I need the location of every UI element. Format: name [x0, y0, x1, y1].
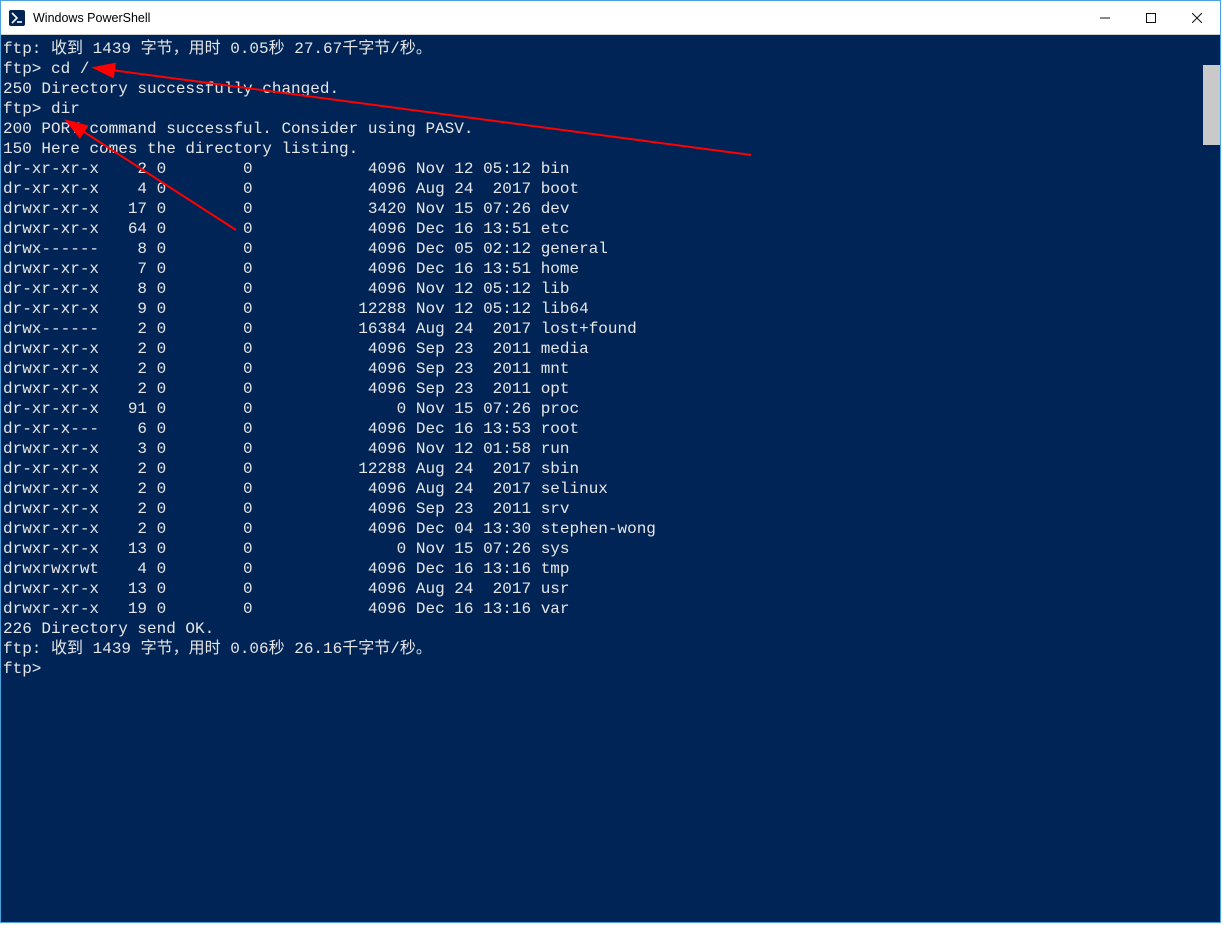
console-line: drwxr-xr-x 2 0 0 4096 Sep 23 2011 mnt — [3, 359, 1201, 379]
close-button[interactable] — [1174, 1, 1220, 34]
console-line: dr-xr-xr-x 9 0 0 12288 Nov 12 05:12 lib6… — [3, 299, 1201, 319]
minimize-button[interactable] — [1082, 1, 1128, 34]
vertical-scrollbar[interactable] — [1203, 35, 1220, 922]
console-line: drwxrwxrwt 4 0 0 4096 Dec 16 13:16 tmp — [3, 559, 1201, 579]
console-line: drwxr-xr-x 2 0 0 4096 Aug 24 2017 selinu… — [3, 479, 1201, 499]
console-line: dr-xr-xr-x 2 0 0 12288 Aug 24 2017 sbin — [3, 459, 1201, 479]
console-output: ftp: 收到 1439 字节，用时 0.05秒 27.67千字节/秒。ftp>… — [1, 35, 1203, 922]
console-line: drwxr-xr-x 64 0 0 4096 Dec 16 13:51 etc — [3, 219, 1201, 239]
scrollbar-thumb[interactable] — [1203, 65, 1220, 145]
console-line: drwxr-xr-x 2 0 0 4096 Sep 23 2011 srv — [3, 499, 1201, 519]
window-controls — [1082, 1, 1220, 34]
console-line: drwxr-xr-x 2 0 0 4096 Dec 04 13:30 steph… — [3, 519, 1201, 539]
powershell-icon — [9, 10, 25, 26]
console-line: drwxr-xr-x 13 0 0 4096 Aug 24 2017 usr — [3, 579, 1201, 599]
console-line: ftp> — [3, 659, 1201, 679]
console-line: drwx------ 2 0 0 16384 Aug 24 2017 lost+… — [3, 319, 1201, 339]
console-line: 250 Directory successfully changed. — [3, 79, 1201, 99]
console-line: drwxr-xr-x 19 0 0 4096 Dec 16 13:16 var — [3, 599, 1201, 619]
console-line: dr-xr-xr-x 8 0 0 4096 Nov 12 05:12 lib — [3, 279, 1201, 299]
console-line: 150 Here comes the directory listing. — [3, 139, 1201, 159]
minimize-icon — [1100, 13, 1110, 23]
console-line: ftp: 收到 1439 字节，用时 0.05秒 27.67千字节/秒。 — [3, 39, 1201, 59]
window-title: Windows PowerShell — [33, 11, 1082, 25]
console-line: drwxr-xr-x 3 0 0 4096 Nov 12 01:58 run — [3, 439, 1201, 459]
console-line: 200 PORT command successful. Consider us… — [3, 119, 1201, 139]
console-line: ftp> dir — [3, 99, 1201, 119]
close-icon — [1192, 13, 1202, 23]
powershell-window: Windows PowerShell ftp: 收到 1439 字节，用时 0.… — [0, 0, 1221, 923]
console-line: drwxr-xr-x 17 0 0 3420 Nov 15 07:26 dev — [3, 199, 1201, 219]
console-line: dr-xr-xr-x 2 0 0 4096 Nov 12 05:12 bin — [3, 159, 1201, 179]
console-line: dr-xr-x--- 6 0 0 4096 Dec 16 13:53 root — [3, 419, 1201, 439]
console-line: dr-xr-xr-x 4 0 0 4096 Aug 24 2017 boot — [3, 179, 1201, 199]
console-line: dr-xr-xr-x 91 0 0 0 Nov 15 07:26 proc — [3, 399, 1201, 419]
titlebar[interactable]: Windows PowerShell — [1, 1, 1220, 35]
maximize-button[interactable] — [1128, 1, 1174, 34]
console-line: ftp> cd / — [3, 59, 1201, 79]
console-line: drwxr-xr-x 13 0 0 0 Nov 15 07:26 sys — [3, 539, 1201, 559]
maximize-icon — [1146, 13, 1156, 23]
console-line: ftp: 收到 1439 字节，用时 0.06秒 26.16千字节/秒。 — [3, 639, 1201, 659]
console-line: drwxr-xr-x 2 0 0 4096 Sep 23 2011 media — [3, 339, 1201, 359]
console-line: drwxr-xr-x 7 0 0 4096 Dec 16 13:51 home — [3, 259, 1201, 279]
console-line: 226 Directory send OK. — [3, 619, 1201, 639]
console-line: drwxr-xr-x 2 0 0 4096 Sep 23 2011 opt — [3, 379, 1201, 399]
console-area[interactable]: ftp: 收到 1439 字节，用时 0.05秒 27.67千字节/秒。ftp>… — [1, 35, 1220, 922]
console-line: drwx------ 8 0 0 4096 Dec 05 02:12 gener… — [3, 239, 1201, 259]
